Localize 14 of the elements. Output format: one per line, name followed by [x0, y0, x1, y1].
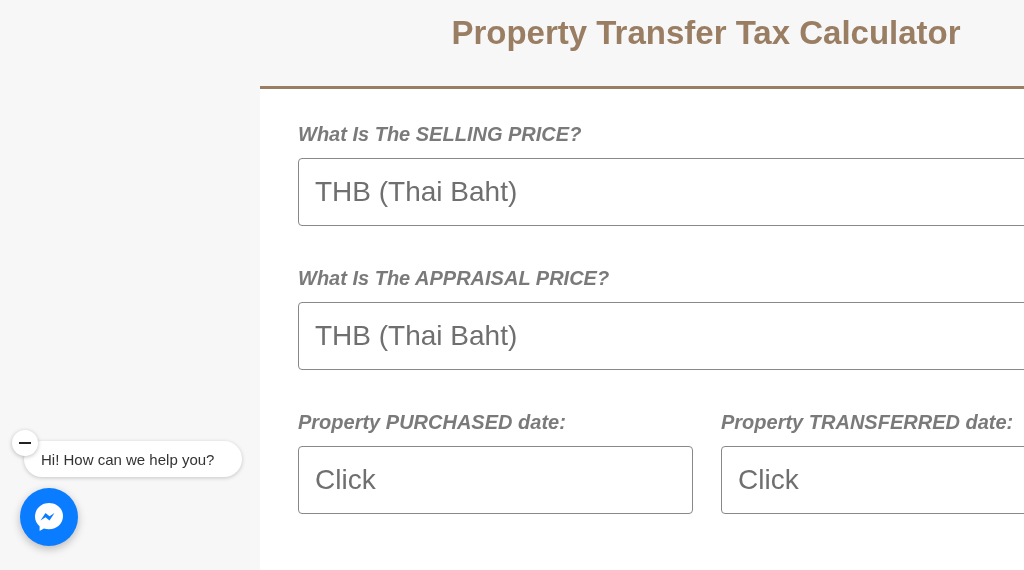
price-input[interactable]: THB (Thai Baht): [298, 158, 1024, 226]
field-label: What Is The SELLING PRICE?: [298, 123, 582, 146]
messenger-button[interactable]: [20, 488, 78, 546]
date-input[interactable]: Click: [721, 446, 1024, 514]
field-label: What Is The APPRAISAL PRICE?: [298, 267, 610, 290]
minimize-button[interactable]: [12, 430, 38, 456]
minimize-icon: [19, 441, 31, 445]
field-label: Property PURCHASED date:: [298, 411, 566, 434]
page-title: Property Transfer Tax Calculator: [451, 14, 961, 53]
chat-greeting-bubble[interactable]: Hi! How can we help you?: [24, 441, 242, 477]
date-input[interactable]: Click: [298, 446, 693, 514]
price-input[interactable]: THB (Thai Baht): [298, 302, 1024, 370]
field-label: Property TRANSFERRED date:: [721, 411, 1014, 434]
chat-greeting: Hi! How can we help you?: [41, 450, 215, 468]
